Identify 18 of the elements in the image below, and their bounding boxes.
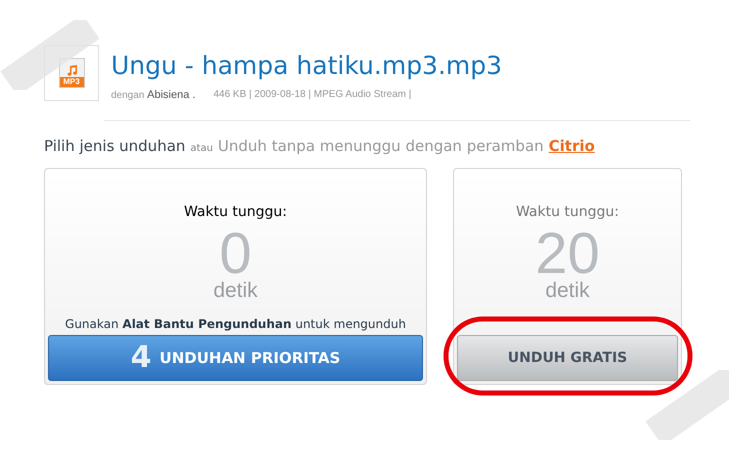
wait-label: Waktu tunggu: xyxy=(516,203,620,222)
wait-label: Waktu tunggu: xyxy=(184,203,288,222)
browser-hint: Unduh tanpa menunggu dengan peramban xyxy=(218,136,544,156)
or-label: atau xyxy=(190,142,213,156)
priority-download-button[interactable]: 4 UNDUHAN PRIORITAS xyxy=(48,335,423,381)
file-title: Ungu - hampa hatiku.mp3.mp3 xyxy=(111,50,502,82)
choose-heading: Pilih jenis unduhan xyxy=(44,136,186,156)
mp3-file-icon: MP3 xyxy=(58,58,84,88)
file-meta: 446 KB | 2009-08-18 | MPEG Audio Stream | xyxy=(213,88,412,102)
music-note-icon xyxy=(66,64,78,76)
wait-count: 20 xyxy=(535,229,600,279)
wait-unit: detik xyxy=(213,279,258,303)
uploader-line: dengan Abisiena . xyxy=(111,88,196,103)
wait-unit: detik xyxy=(545,279,590,303)
wait-count: 0 xyxy=(219,229,252,279)
free-download-button[interactable]: UNDUH GRATIS xyxy=(457,335,678,381)
tool-hint: Gunakan Alat Bantu Pengunduhan untuk mengunduh xyxy=(65,316,406,333)
citrio-link[interactable]: Citrio xyxy=(548,134,595,157)
